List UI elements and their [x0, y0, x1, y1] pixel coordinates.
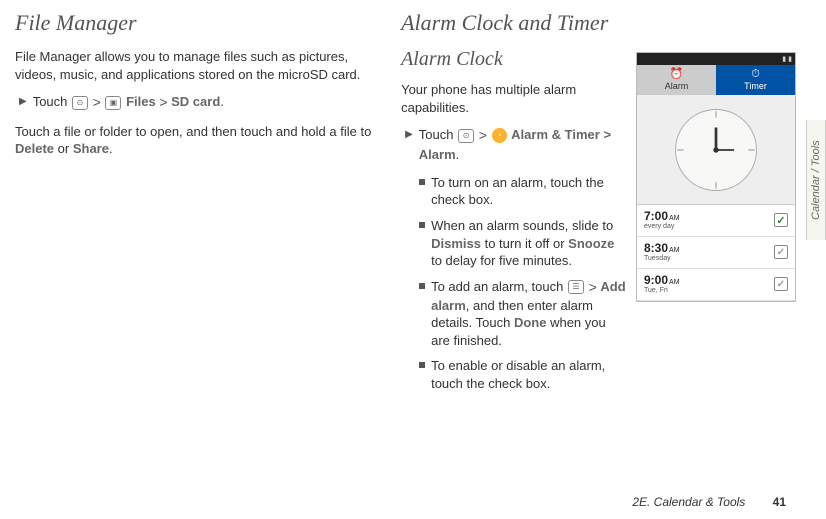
step-pointer-icon: ▶	[405, 126, 413, 164]
step-pointer-icon: ▶	[19, 93, 27, 113]
alarm-timer-tabs[interactable]: ⏰ Alarm ⏱ Timer	[637, 65, 795, 95]
alarm-timer-label: Alarm & Timer	[511, 127, 600, 142]
bullet-text: To turn on an alarm, touch the check box…	[431, 174, 628, 209]
clock-svg	[671, 105, 761, 195]
bullet-item: To add an alarm, touch ☰ > Add alarm, an…	[419, 278, 628, 350]
alarm-step: ▶ Touch ⊙ > ◔ Alarm & Timer > Alarm.	[405, 126, 628, 164]
footer-section: 2E. Calendar & Tools	[632, 495, 745, 509]
square-bullet-icon	[419, 222, 425, 228]
alarm-ampm: AM	[669, 279, 680, 286]
bullet-item: To enable or disable an alarm, touch the…	[419, 357, 628, 392]
battery-icon: ▮	[788, 55, 792, 63]
file-manager-step: ▶ Touch ⊙ > ▣ Files > SD card.	[19, 93, 391, 113]
alarm-checkbox[interactable]	[774, 245, 788, 259]
bullet-text: When an alarm sounds, slide to Dismiss t…	[431, 217, 628, 270]
gt-icon: >	[159, 94, 167, 110]
bullet-text: To enable or disable an alarm, touch the…	[431, 357, 628, 392]
gt-icon: >	[93, 94, 101, 110]
step-touch-label: Touch	[419, 127, 457, 142]
alarm-repeat: every day	[644, 223, 680, 231]
alarm-time: 7:00	[644, 209, 668, 223]
alarm-row[interactable]: 8:30AM Tuesday	[637, 237, 795, 269]
alarm-ampm: AM	[669, 215, 680, 222]
alarm-time: 9:00	[644, 273, 668, 287]
bullet-item: To turn on an alarm, touch the check box…	[419, 174, 628, 209]
page-footer: 2E. Calendar & Tools 41	[632, 495, 786, 509]
alarm-row[interactable]: 7:00AM every day ✓	[637, 205, 795, 237]
alarm-clock-subheading: Alarm Clock	[401, 48, 628, 71]
side-tab-label: Calendar / Tools	[806, 120, 826, 240]
alarm-checkbox[interactable]: ✓	[774, 213, 788, 227]
timer-tab-icon: ⏱	[751, 69, 760, 80]
analog-clock-face	[637, 95, 795, 205]
sdcard-label: SD card	[171, 94, 220, 109]
menu-icon: ☰	[568, 280, 584, 294]
alarm-intro: Your phone has multiple alarm capabiliti…	[401, 81, 628, 116]
alarm-checkbox[interactable]	[774, 277, 788, 291]
right-column: Alarm Clock and Timer Alarm Clock Your p…	[401, 10, 796, 450]
clock-icon: ◔	[492, 128, 507, 143]
signal-icon: ▮	[782, 55, 786, 63]
alarm-tab-icon: ⏰	[670, 69, 684, 80]
folder-icon: ▣	[105, 96, 121, 110]
alarm-repeat: Tue, Fri	[644, 287, 680, 295]
phone-screenshot: ▮ ▮ ⏰ Alarm ⏱ Timer	[636, 52, 796, 302]
alarm-bullet-list: To turn on an alarm, touch the check box…	[419, 174, 628, 392]
file-manager-heading: File Manager	[15, 10, 391, 36]
footer-page-number: 41	[773, 495, 786, 509]
alarm-clock-timer-heading: Alarm Clock and Timer	[401, 10, 628, 36]
square-bullet-icon	[419, 283, 425, 289]
alarm-repeat: Tuesday	[644, 255, 680, 263]
apps-icon: ⊙	[458, 129, 474, 143]
tab-alarm[interactable]: ⏰ Alarm	[637, 65, 716, 95]
tab-timer[interactable]: ⏱ Timer	[716, 65, 795, 95]
square-bullet-icon	[419, 179, 425, 185]
file-manager-para2: Touch a file or folder to open, and then…	[15, 123, 391, 158]
step-touch-label: Touch	[33, 94, 71, 109]
tab-timer-label: Timer	[744, 81, 767, 91]
alarm-bold-label: Alarm	[419, 147, 456, 162]
square-bullet-icon	[419, 362, 425, 368]
gt-label: >	[603, 127, 611, 142]
bullet-text: To add an alarm, touch ☰ > Add alarm, an…	[431, 278, 628, 350]
left-column: File Manager File Manager allows you to …	[15, 10, 391, 450]
alarm-ampm: AM	[669, 247, 680, 254]
alarm-row[interactable]: 9:00AM Tue, Fri	[637, 269, 795, 301]
tab-alarm-label: Alarm	[665, 81, 689, 91]
apps-icon: ⊙	[72, 96, 88, 110]
files-label: Files	[126, 94, 156, 109]
file-manager-intro: File Manager allows you to manage files …	[15, 48, 391, 83]
status-bar: ▮ ▮	[637, 53, 795, 65]
bullet-item: When an alarm sounds, slide to Dismiss t…	[419, 217, 628, 270]
gt-icon: >	[479, 127, 487, 143]
alarm-time: 8:30	[644, 241, 668, 255]
